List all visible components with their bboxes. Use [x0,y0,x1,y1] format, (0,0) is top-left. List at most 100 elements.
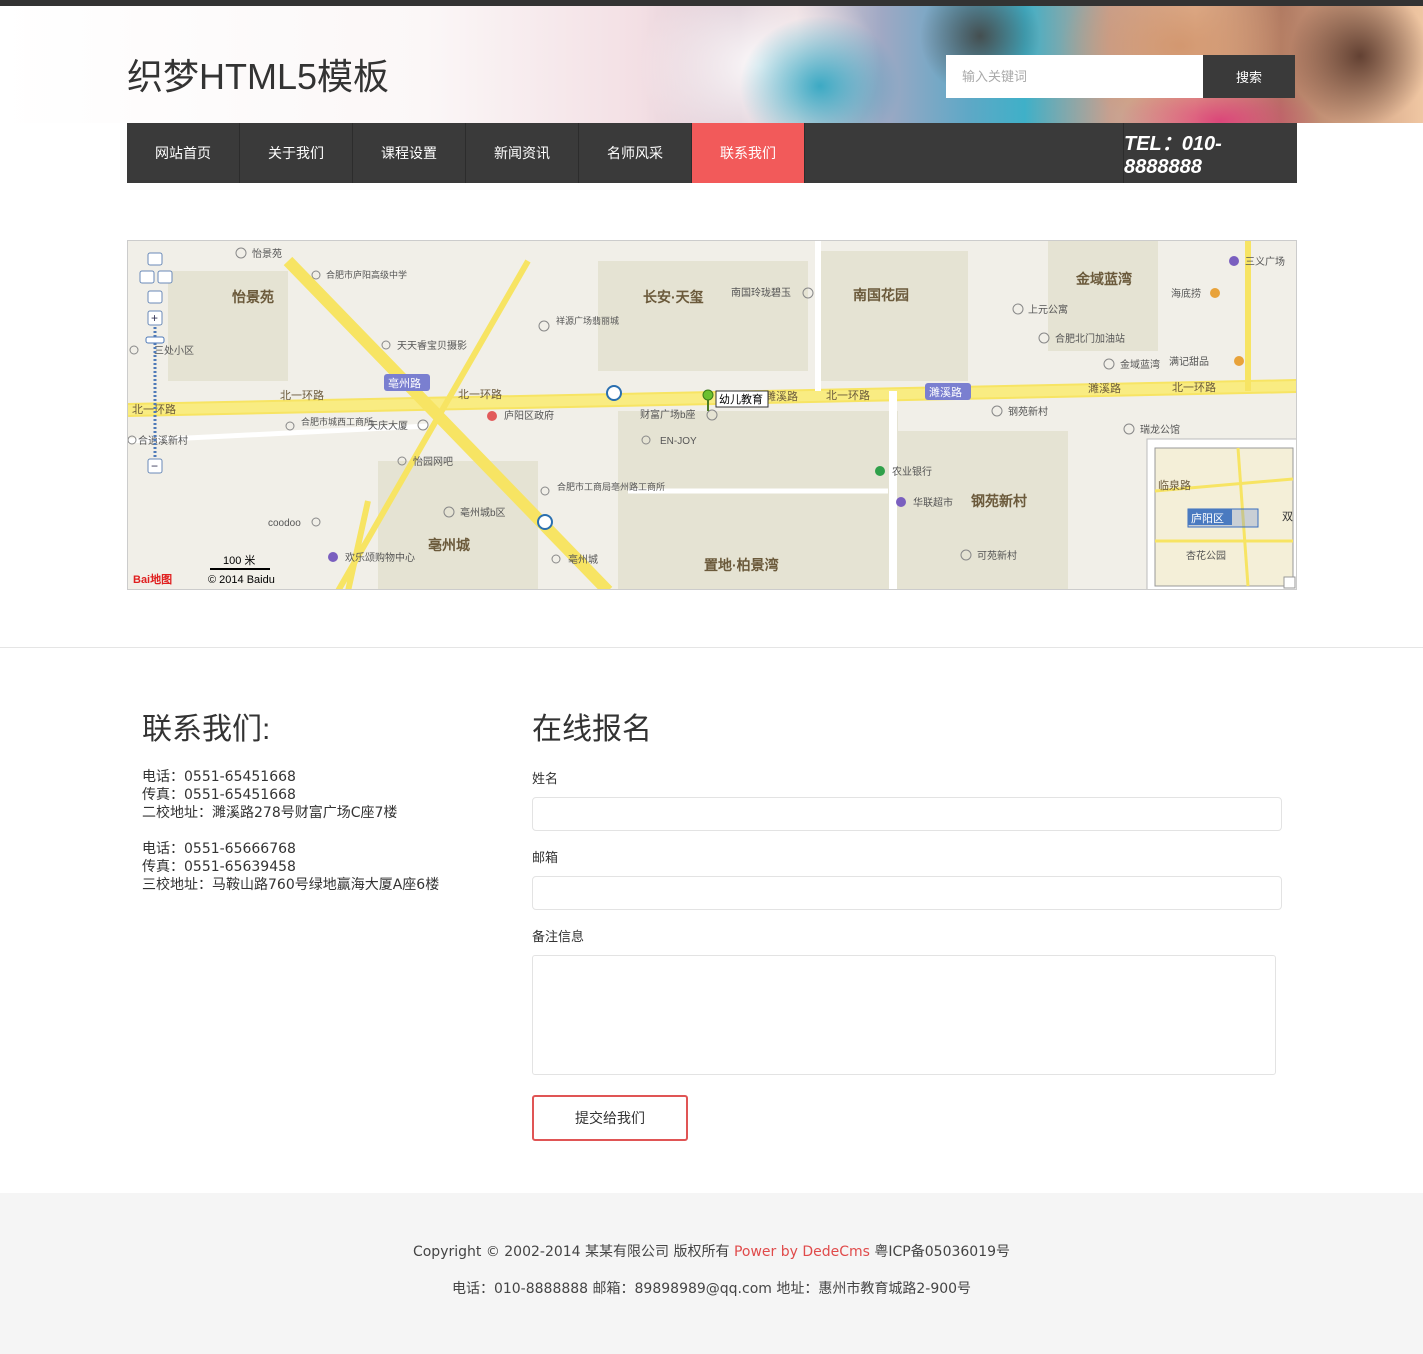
map-poi-label: EN-JOY [660,436,697,447]
overview-toggle-button[interactable] [1283,576,1296,589]
site-logo[interactable]: 织梦HTML5模板 [127,48,389,100]
email-field[interactable] [532,876,1282,910]
header-banner: 织梦HTML5模板 搜索 [0,6,1423,123]
nav-item-news[interactable]: 新闻资讯 [466,123,579,183]
plus-icon: + [151,311,158,325]
contact-line: 传真：0551-65451668 [142,787,296,803]
contact-line: 三校地址：马鞍山路760号绿地赢海大厦A座6楼 [142,877,440,893]
bus-stop-icon [606,385,622,401]
footer-copyright-text: Copyright © 2002-2014 某某有限公司 版权所有 [412,1244,734,1260]
nav-item-home[interactable]: 网站首页 [127,123,240,183]
nav-item-contact[interactable]: 联系我们 [692,123,805,183]
location-marker-icon[interactable] [702,389,714,401]
map-road-badge: 亳州路 [388,376,421,390]
map-road-label: 北一环路 [280,389,324,402]
map-poi-label: 上元公寓 [1028,303,1068,316]
map-road-badge: 濉溪路 [929,386,962,399]
map-poi-label: 天庆大厦 [368,419,408,432]
map-poi-label: 南国玲珑碧玉 [731,286,791,299]
map-road-label: 濉溪路 [1088,382,1121,395]
map-poi-label: 亳州城 [568,553,598,566]
overview-label: 临泉路 [1158,478,1191,492]
email-label: 邮箱 [532,851,559,866]
map-poi-label: 祥源广场翡丽城 [556,315,619,326]
powered-by-link[interactable]: Power by DedeCms [734,1244,870,1260]
map-poi-label: 庐阳区政府 [504,409,554,422]
note-textarea[interactable] [532,955,1276,1075]
banner-decoration [1290,6,1423,123]
map-poi-label: 合逍溪新村 [138,434,188,447]
map-area-label: 钢苑新村 [971,493,1027,509]
contact-line: 电话：0551-65666768 [142,841,296,857]
main-nav: 网站首页 关于我们 课程设置 新闻资讯 名师风采 联系我们 TEL：010-88… [127,123,1297,183]
nav-item-courses[interactable]: 课程设置 [353,123,466,183]
contact-line: 二校地址：濉溪路278号财富广场C座7楼 [142,805,398,821]
map-poi-label: 怡园网吧 [413,455,453,468]
signup-form: 在线报名 姓名 邮箱 备注信息 提交给我们 [532,704,1282,1141]
map-road-label: 北一环路 [826,389,870,402]
overview-label: 双 [1282,510,1293,523]
footer-copyright: Copyright © 2002-2014 某某有限公司 版权所有 Power … [0,1241,1423,1261]
contact-line: 电话：0551-65451668 [142,769,296,785]
map-road-label: 北一环路 [1172,381,1216,394]
map-poi-label: 天天睿宝贝摄影 [397,339,467,352]
search-button[interactable]: 搜索 [1203,55,1295,98]
map-poi-label: 金域蓝湾 [1120,358,1160,371]
nav-item-about[interactable]: 关于我们 [240,123,353,183]
map-area-label: 长安·天玺 [643,289,704,305]
contact-title: 联系我们: [142,713,271,746]
overview-label: 杏花公园 [1186,549,1226,562]
pan-down-button[interactable] [147,290,163,304]
map-canvas[interactable]: 怡景苑 长安·天玺 南国花园 金域蓝湾 亳州城 置地·柏景湾 钢苑新村 北一环路… [128,241,1297,590]
map-poi-label: 可苑新村 [977,549,1017,562]
footer: Copyright © 2002-2014 某某有限公司 版权所有 Power … [0,1193,1423,1354]
map-poi-label: 合肥北门加油站 [1055,332,1125,345]
pan-left-button[interactable] [139,270,155,284]
map-embed[interactable]: 怡景苑 长安·天玺 南国花园 金域蓝湾 亳州城 置地·柏景湾 钢苑新村 北一环路… [127,240,1297,590]
map-poi-label: 海底捞 [1171,287,1201,300]
note-label: 备注信息 [532,930,585,945]
map-poi-label: 满记甜品 [1169,355,1209,368]
nav-item-teachers[interactable]: 名师风采 [579,123,692,183]
zoom-slider-handle[interactable] [145,336,165,344]
map-poi-label: 财富广场b座 [640,408,696,421]
bus-stop-icon [537,514,553,530]
minus-icon: − [151,459,158,473]
nav-telephone: TEL：010-8888888 [1123,123,1297,183]
submit-button[interactable]: 提交给我们 [532,1095,688,1141]
form-title: 在线报名 [532,713,652,746]
map-poi-label: 三处小区 [154,345,194,357]
map-road-label: 北一环路 [458,388,502,401]
search-input[interactable] [946,55,1203,98]
name-field[interactable] [532,797,1282,831]
contact-line: 传真：0551-65639458 [142,859,296,875]
map-area-label: 金域蓝湾 [1075,271,1132,287]
baidu-map-logo: Bai地图 [133,572,172,586]
map-poi-label: 农业银行 [892,465,932,478]
map-area-label: 南国花园 [853,287,909,303]
map-poi-label: 亳州城b区 [460,506,506,519]
map-poi-label: 怡景苑 [252,247,282,260]
map-poi-label: 欢乐颂购物中心 [345,551,415,564]
map-area-label: 亳州城 [428,537,470,553]
map-poi-label: 合肥市工商局亳州路工商所 [557,481,665,492]
footer-contact: 电话：010-8888888 邮箱：89898989@qq.com 地址：惠州市… [451,1281,972,1297]
section-divider [0,647,1423,648]
map-poi-label: 华联超市 [913,496,953,509]
map-poi-label: 瑞龙公馆 [1140,423,1180,436]
map-scale-label: 100 米 [223,554,255,567]
map-copyright: © 2014 Baidu [208,574,275,586]
map-poi-label: coodoo [268,518,301,529]
map-road-label: 濉溪路 [765,390,798,403]
search-bar: 搜索 [946,55,1295,98]
map-poi-label: 合肥市城西工商所 [301,416,373,427]
map-poi-label: 三义广场 [1245,255,1285,268]
map-area-label: 置地·柏景湾 [704,557,779,573]
map-area-label: 怡景苑 [232,289,274,305]
map-poi-label: 钢苑新村 [1008,405,1048,418]
map-marker-label[interactable]: 幼儿教育 [719,392,763,406]
pan-right-button[interactable] [157,270,173,284]
footer-icp: 粤ICP备05036019号 [869,1244,1011,1260]
contact-info: 联系我们: 电话：0551-65451668 传真：0551-65451668 … [142,704,502,894]
pan-up-button[interactable] [147,252,163,266]
